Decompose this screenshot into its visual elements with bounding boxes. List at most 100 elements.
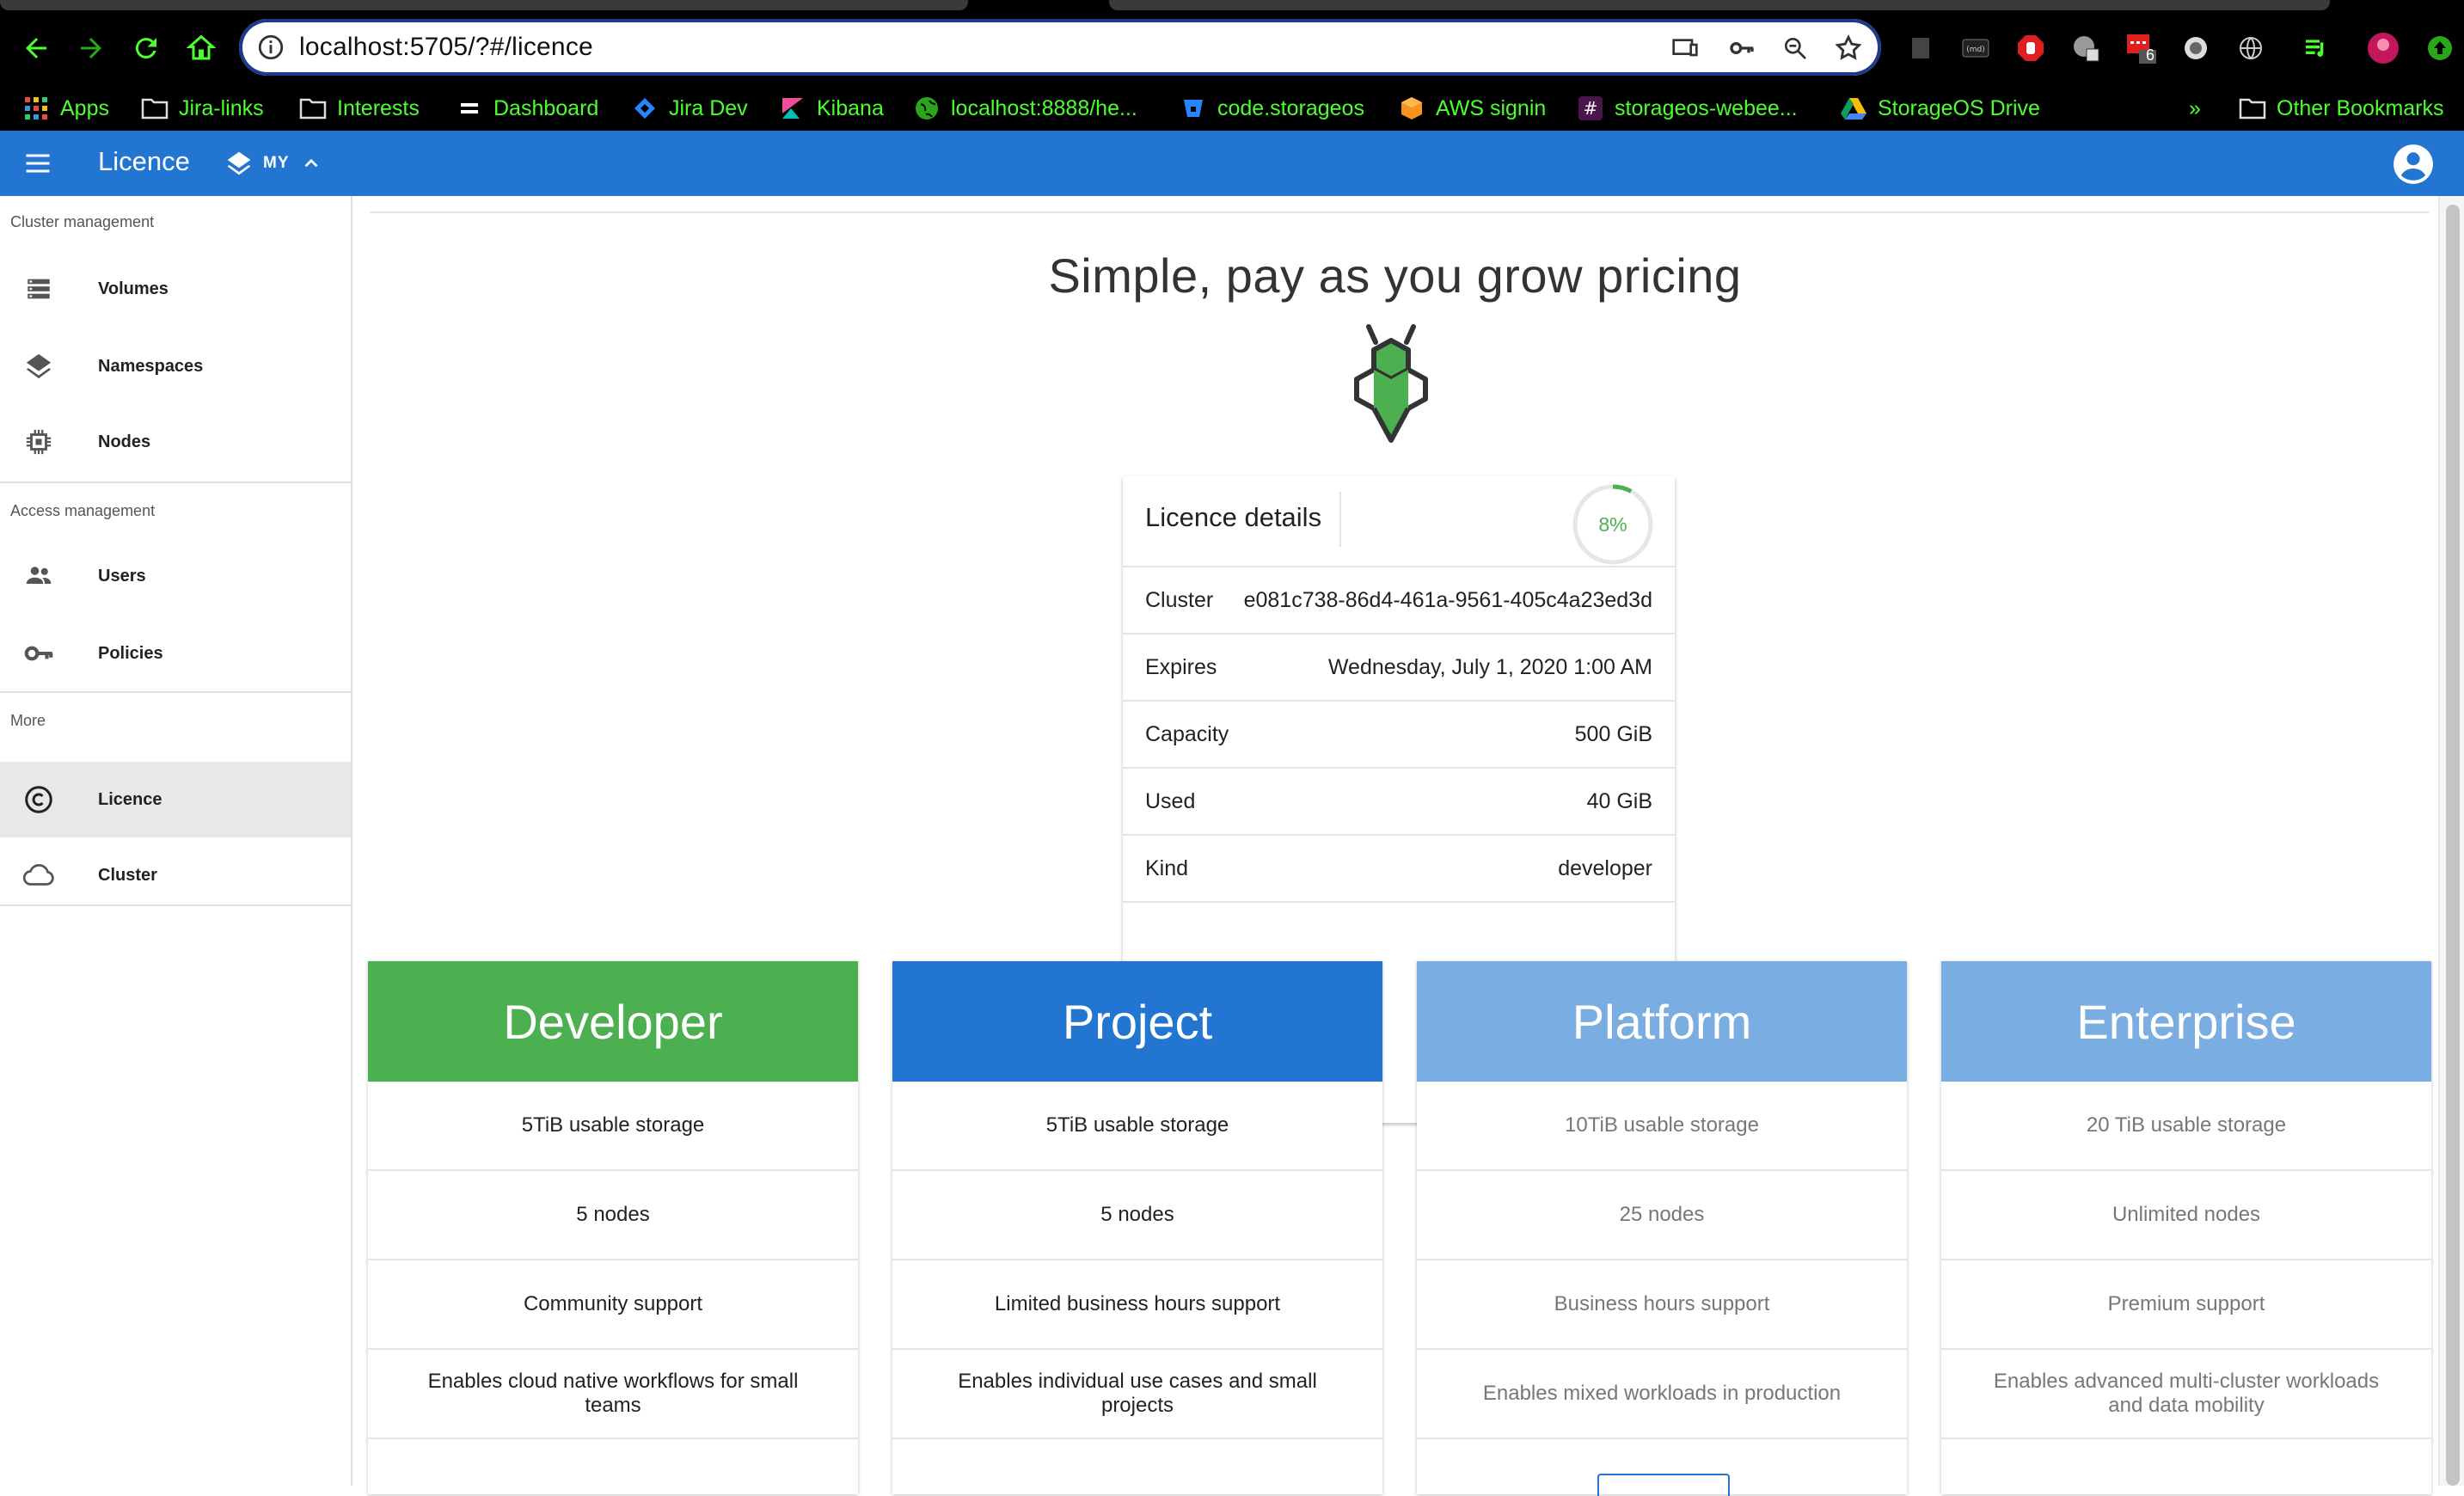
- reload-icon[interactable]: [122, 24, 170, 72]
- bookmark-other-bookmarks[interactable]: Other Bookmarks: [2239, 86, 2444, 131]
- markdown-extension-icon[interactable]: (md): [1958, 31, 1993, 65]
- sidebar-item-namespaces[interactable]: Namespaces: [0, 328, 351, 404]
- extension-icon[interactable]: [2069, 31, 2103, 65]
- extension-icon[interactable]: [1903, 31, 1938, 65]
- plan-feature: Unlimited nodes: [1941, 1171, 2431, 1260]
- sidebar-item-label: Volumes: [98, 279, 169, 298]
- svg-text:(md): (md): [1966, 46, 1985, 54]
- bookmark-localhost[interactable]: localhost:8888/he...: [913, 86, 1137, 131]
- sidebar-item-label: Cluster: [98, 865, 157, 885]
- namespace-label: MY: [263, 154, 290, 172]
- plan-card-enterprise: Enterprise 20 TiB usable storage Unlimit…: [1941, 961, 2431, 1494]
- bookmark-label: Jira-links: [179, 95, 264, 120]
- site-info-icon[interactable]: [256, 33, 285, 62]
- sidebar-section-title: Access management: [10, 502, 156, 519]
- apps-grid-icon: [22, 95, 50, 122]
- plan-feature: 25 nodes: [1417, 1171, 1907, 1260]
- bookmark-storageos-drive[interactable]: StorageOS Drive: [1840, 86, 2040, 131]
- kibana-icon: [779, 95, 806, 122]
- browser-tab[interactable]: [1109, 0, 2330, 10]
- bookmark-label: storageos-webee...: [1615, 95, 1798, 120]
- users-icon: [21, 558, 57, 594]
- calendar-extension-icon[interactable]: 6: [2124, 31, 2158, 65]
- licence-card-header: Licence details 8%: [1123, 476, 1675, 567]
- copyright-icon: [21, 782, 57, 818]
- menu-icon[interactable]: [22, 148, 53, 179]
- sidebar-item-volumes[interactable]: Volumes: [0, 251, 351, 327]
- bookmark-star-icon[interactable]: [1831, 31, 1866, 65]
- page-scrollbar[interactable]: [2438, 196, 2464, 1486]
- usage-gauge: 8%: [1572, 483, 1654, 566]
- browser-tab[interactable]: [0, 0, 968, 10]
- namespace-selector[interactable]: MY: [225, 150, 322, 177]
- jira-icon: [631, 95, 659, 122]
- globe-icon: [913, 95, 941, 122]
- folder-icon: [299, 95, 327, 122]
- plan-feature: 5TiB usable storage: [892, 1082, 1382, 1171]
- licence-row-value: Wednesday, July 1, 2020 1:00 AM: [1327, 655, 1652, 679]
- browser-chrome: localhost:5705/?#/licence (md) 6 Apps Ji…: [0, 0, 2464, 131]
- scrollbar-thumb[interactable]: [2446, 205, 2460, 1486]
- bookmark-aws-signin[interactable]: AWS signin: [1398, 86, 1546, 131]
- app-bar: Licence MY: [0, 131, 2464, 196]
- more-bookmarks-label: »: [2189, 95, 2201, 120]
- licence-row-value: 500 GiB: [1574, 722, 1652, 746]
- plan-feature: 5 nodes: [892, 1171, 1382, 1260]
- profile-avatar-icon[interactable]: [2366, 31, 2400, 65]
- sidebar-item-licence[interactable]: Licence: [0, 762, 351, 837]
- bookmark-code-storageos[interactable]: code.storageos: [1180, 86, 1364, 131]
- browser-toolbar: localhost:5705/?#/licence (md) 6: [0, 12, 2464, 86]
- dashboard-icon: [456, 95, 483, 122]
- sidebar-item-nodes[interactable]: Nodes: [0, 404, 351, 480]
- bookmark-label: localhost:8888/he...: [951, 95, 1137, 120]
- home-icon[interactable]: [177, 24, 225, 72]
- account-icon[interactable]: [2392, 143, 2435, 186]
- sidebar-item-cluster[interactable]: Cluster: [0, 837, 351, 913]
- bookmark-jira-links[interactable]: Jira-links: [141, 86, 264, 131]
- extension-badge: 6: [2146, 46, 2155, 64]
- plan-upgrade-button[interactable]: [1597, 1474, 1730, 1496]
- plan-feature: Community support: [368, 1260, 858, 1350]
- plan-card-project: Project 5TiB usable storage 5 nodes Limi…: [892, 961, 1382, 1494]
- sidebar-item-label: Licence: [98, 789, 162, 809]
- address-url[interactable]: localhost:5705/?#/licence: [299, 33, 593, 62]
- licence-row-value: developer: [1558, 856, 1652, 880]
- plan-feature: 20 TiB usable storage: [1941, 1082, 2431, 1171]
- plan-feature: Enables mixed workloads in production: [1417, 1350, 1907, 1439]
- bookmark-dashboard[interactable]: Dashboard: [456, 86, 598, 131]
- plan-feature: 5 nodes: [368, 1171, 858, 1260]
- bookmarks-bar: Apps Jira-links Interests Dashboard Jira…: [0, 86, 2464, 131]
- bookmark-kibana[interactable]: Kibana: [779, 86, 884, 131]
- more-bookmarks-button[interactable]: »: [2189, 86, 2201, 131]
- zoom-icon[interactable]: [1778, 31, 1812, 65]
- licence-row-key: Capacity: [1145, 722, 1229, 746]
- bookmark-jira-dev[interactable]: Jira Dev: [631, 86, 748, 131]
- forward-icon[interactable]: [67, 24, 115, 72]
- licence-row-value: 40 GiB: [1586, 789, 1652, 813]
- bookmark-label: StorageOS Drive: [1878, 95, 2040, 120]
- sidebar: Cluster management Volumes Namespaces No…: [0, 196, 352, 1486]
- sidebar-section-title: More: [10, 712, 46, 729]
- bookmark-apps[interactable]: Apps: [22, 86, 109, 131]
- bookmark-label: Dashboard: [493, 95, 599, 120]
- licence-row-key: Kind: [1145, 856, 1189, 880]
- address-bar[interactable]: localhost:5705/?#/licence: [239, 19, 1881, 76]
- globe-extension-icon[interactable]: [2234, 31, 2268, 65]
- extension-icon[interactable]: [2179, 31, 2213, 65]
- sidebar-item-policies[interactable]: Policies: [0, 616, 351, 691]
- adblock-icon[interactable]: [2013, 31, 2048, 65]
- sidebar-item-users[interactable]: Users: [0, 538, 351, 614]
- back-icon[interactable]: [12, 24, 60, 72]
- bookmark-interests[interactable]: Interests: [299, 86, 420, 131]
- licence-row-cluster: Cluster e081c738-86d4-461a-9561-405c4a23…: [1123, 566, 1675, 635]
- bookmark-storageos-webee[interactable]: # storageos-webee...: [1577, 86, 1798, 131]
- usage-percent: 8%: [1598, 513, 1627, 536]
- plan-title: Developer: [368, 961, 858, 1082]
- sidebar-divider: [0, 904, 351, 906]
- key-icon[interactable]: [1725, 31, 1759, 65]
- bookmark-label: Jira Dev: [669, 95, 748, 120]
- playlist-icon[interactable]: [2299, 31, 2333, 65]
- cast-icon[interactable]: [1668, 31, 1702, 65]
- update-icon[interactable]: [2423, 31, 2457, 65]
- plan-card-platform: Platform 10TiB usable storage 25 nodes B…: [1417, 961, 1907, 1496]
